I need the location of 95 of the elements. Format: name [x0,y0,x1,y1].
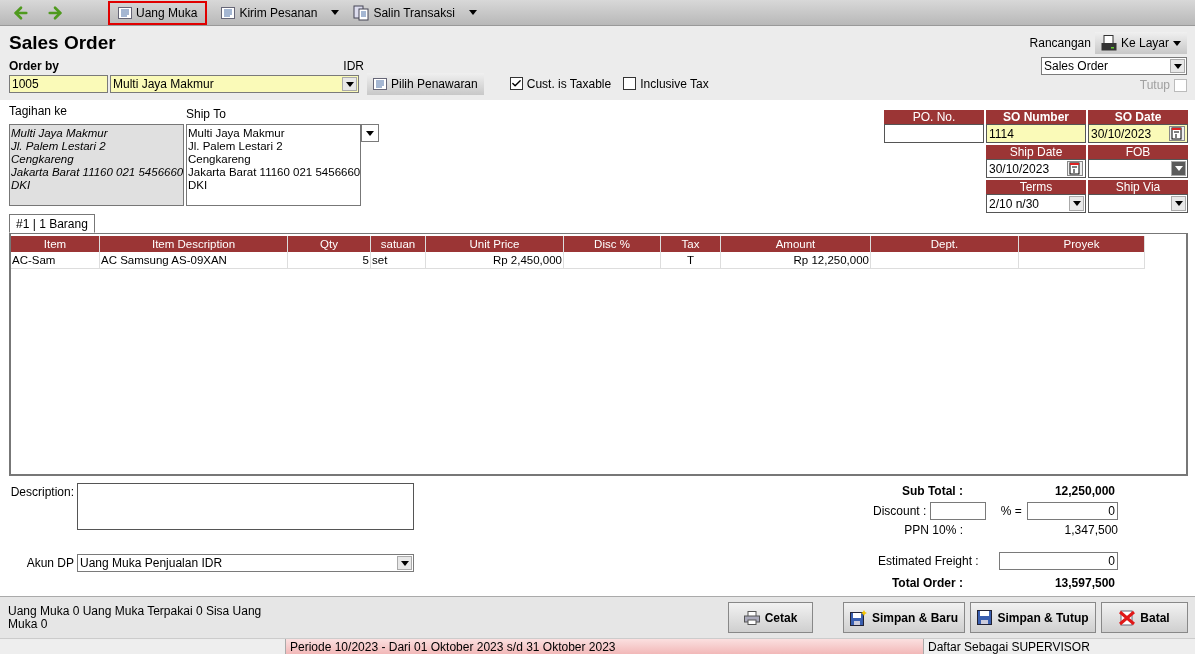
field-label: SO Number [986,110,1086,124]
dropdown-field[interactable] [1088,194,1188,213]
date-field[interactable]: 30/10/2023 [986,159,1086,178]
column-header: Tax [661,236,721,252]
column-header: Dept. [871,236,1019,252]
caret-icon [345,81,354,87]
field-label: PO. No. [884,110,984,124]
column-header: Amount [721,236,871,252]
column-header: Item Description [100,236,288,252]
document-icon [221,6,236,19]
dropdown-button[interactable] [1171,161,1186,176]
printer-icon [743,610,760,625]
caret-icon [400,560,409,566]
total-label: PPN 10% : [903,522,963,537]
printer-icon [1100,35,1117,51]
date-field[interactable]: 30/10/2023 [1088,124,1188,143]
checkbox[interactable]: Cust. is Taxable [509,76,612,91]
toolbar-button[interactable]: Uang Muka [108,0,208,25]
table-cell: set [371,252,426,269]
caret-icon [1072,201,1081,206]
discount-percent-field[interactable] [930,502,986,520]
action-button[interactable]: Simpan & Tutup [970,602,1096,633]
document-icon [118,6,132,19]
caret-icon [1173,63,1182,69]
freight-label: Estimated Freight : [878,554,980,568]
table-cell: 5 [288,252,371,269]
field-label: Ship Date [986,145,1086,159]
action-button[interactable]: Simpan & Baru [843,602,965,633]
column-header: Qty [288,236,371,252]
cancel-icon [1119,609,1136,626]
action-button[interactable]: Batal [1101,602,1188,633]
column-header: Disc % [564,236,661,252]
output-button[interactable]: Ke Layar [1094,32,1187,54]
toolbar-button[interactable]: Kirim Pesanan [211,0,328,25]
table-cell: AC Samsung AS-09XAN [100,252,288,269]
bill-to-label: Tagihan ke [9,104,69,120]
account-dropdown[interactable]: Uang Muka Penjualan IDR [77,554,414,572]
clipboard-icon [353,4,370,21]
table-cell: Rp 2,450,000 [426,252,564,269]
column-header: satuan [371,236,426,252]
text-field[interactable]: 1114 [986,124,1086,143]
toolbar-button[interactable]: Salin Transaksi [343,0,465,25]
description-field[interactable] [77,483,414,530]
checkbox[interactable]: Inclusive Tax [623,76,709,91]
currency-label: IDR [343,59,364,73]
text-field[interactable] [884,124,984,143]
table-cell: AC-Sam [11,252,100,269]
field-label: Terms [986,180,1086,194]
total-label: Total Order : [890,576,963,590]
discount-label: Discount : [872,504,927,518]
calendar-icon[interactable] [1169,126,1185,141]
ship-to-label: Ship To [186,106,227,123]
caret-icon [366,130,374,136]
caret-icon [1174,201,1183,206]
total-value: 13,597,500 [1053,576,1116,590]
period-status: Periode 10/2023 - Dari 01 Oktober 2023 s/d 31 Oktober 2023 [285,639,923,654]
bill-to-address: Multi Jaya Makmur Jl. Palem Lestari 2 Cengkareng Jakarta Barat 11160 021 5456660 DKI [9,124,184,206]
total-value: 12,250,000 [1053,484,1116,498]
field-label: Ship Via [1088,180,1188,194]
caret-icon [1174,166,1183,171]
dropdown-field[interactable]: 2/10 n/30 [986,194,1086,213]
action-button[interactable]: Cetak [728,602,813,633]
dropdown-button[interactable] [1069,196,1084,211]
column-header: Item [11,236,100,252]
check-icon [510,78,522,89]
design-label: Rancangan [1029,36,1091,50]
total-label: Sub Total : [900,484,963,498]
checkbox: Tutup [1139,78,1187,92]
dropdown-button[interactable] [361,124,379,142]
column-header: Proyek [1019,236,1145,252]
customer-id-field[interactable]: 1005 [9,75,108,93]
field-label: SO Date [1088,110,1188,124]
user-status: Daftar Sebagai SUPERVISOR [923,639,1195,654]
template-dropdown[interactable]: Sales Order [1041,57,1187,75]
customer-dropdown[interactable]: Multi Jaya Makmur [110,75,359,93]
account-label: Akun DP [25,556,74,570]
document-icon [373,78,387,90]
column-header: Unit Price [426,236,564,252]
down-payment-summary: Uang Muka 0 Uang Muka Terpakai 0 Sisa Uang Muka 0 [8,604,263,631]
calendar-icon[interactable] [1067,161,1083,176]
total-value: 1,347,500 [1063,522,1118,537]
caret-icon [1173,40,1181,46]
table-cell: Rp 12,250,000 [721,252,871,269]
dropdown-button[interactable] [1171,196,1186,211]
page-title: Sales Order [9,32,117,54]
discount-amount-field[interactable]: 0 [1026,502,1118,520]
field-label: FOB [1088,145,1188,159]
dropdown-field[interactable] [1088,159,1188,178]
order-by-label: Order by [9,59,59,73]
ship-to-address[interactable]: Multi Jaya Makmur Jl. Palem Lestari 2 Cengkareng Jakarta Barat 11160 021 5456660 DKI [186,124,361,206]
table-cell: T [661,252,721,269]
freight-field[interactable]: 0 [999,552,1118,570]
tab[interactable]: #1 | 1 Barang [9,214,95,233]
percent-label: % = [1000,504,1022,518]
description-label: Description: [9,484,74,501]
